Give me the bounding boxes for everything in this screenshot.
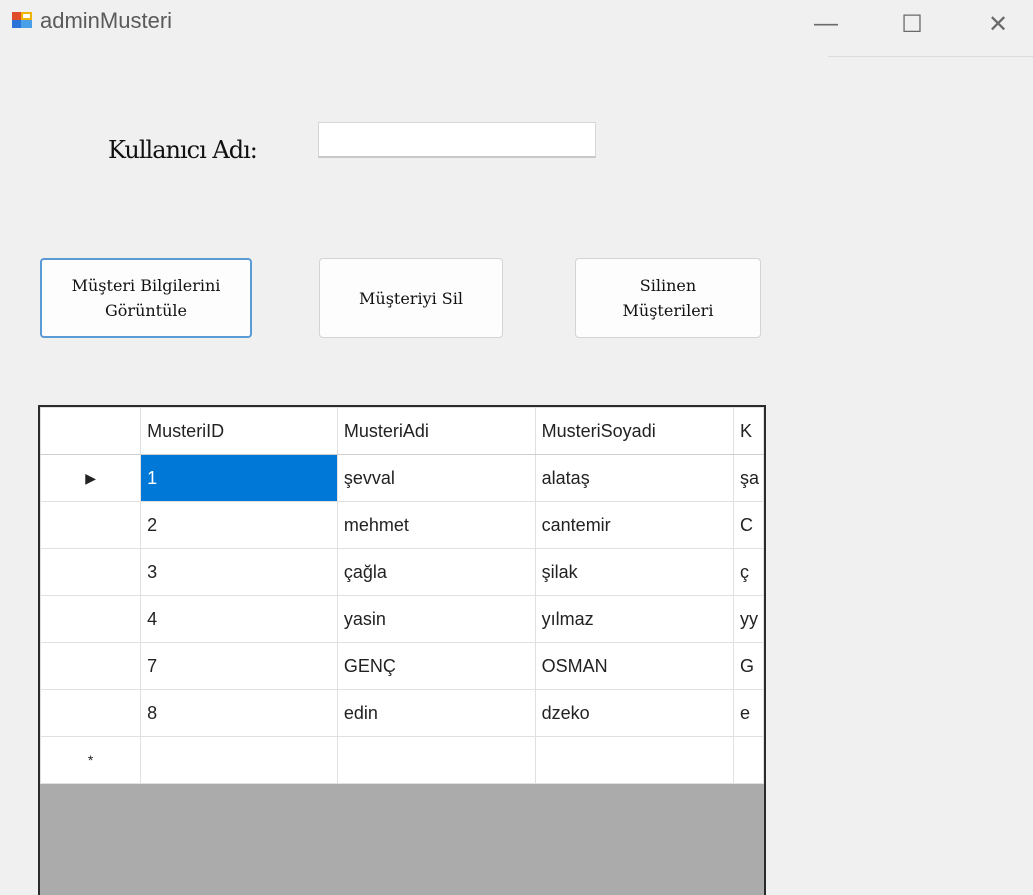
new-row[interactable]: *: [40, 736, 764, 784]
cell-musterisoyadi[interactable]: yılmaz: [534, 595, 735, 643]
cell-musteriid[interactable]: 7: [140, 642, 338, 690]
cell-musteriadi[interactable]: mehmet: [336, 501, 536, 549]
cell-musterisoyadi[interactable]: şilak: [534, 548, 735, 596]
cell-musteriid[interactable]: 4: [140, 595, 338, 643]
cell-k[interactable]: yy: [733, 595, 764, 643]
new-cell-musteriid[interactable]: [140, 736, 338, 784]
row-header[interactable]: [40, 689, 142, 737]
app-window-icon: [12, 12, 32, 28]
cell-musterisoyadi[interactable]: alataş: [534, 454, 735, 502]
cell-musteriadi[interactable]: edin: [336, 689, 536, 737]
table-row[interactable]: 3 çağla şilak ç: [40, 548, 764, 596]
close-button[interactable]: ✕: [964, 0, 1032, 48]
row-header[interactable]: [40, 595, 142, 643]
table-row[interactable]: 2 mehmet cantemir C: [40, 501, 764, 549]
table-row[interactable]: 8 edin dzeko e: [40, 689, 764, 737]
cell-musterisoyadi[interactable]: dzeko: [534, 689, 735, 737]
cell-musteriadi[interactable]: yasin: [336, 595, 536, 643]
cell-musteriadi[interactable]: şevval: [336, 454, 536, 502]
maximize-button[interactable]: ☐: [878, 0, 946, 48]
customer-grid[interactable]: MusteriID MusteriAdi MusteriSoyadi K ▶ 1…: [38, 405, 766, 895]
customer-table: MusteriID MusteriAdi MusteriSoyadi K ▶ 1…: [40, 407, 764, 784]
delete-customer-button[interactable]: Müşteriyi Sil: [319, 258, 503, 338]
cell-k[interactable]: e: [733, 689, 764, 737]
table-row[interactable]: 7 GENÇ OSMAN G: [40, 642, 764, 690]
column-header-musterisoyadi[interactable]: MusteriSoyadi: [534, 407, 735, 455]
row-header[interactable]: [40, 548, 142, 596]
corner-header: [40, 407, 142, 455]
cell-musterisoyadi[interactable]: OSMAN: [534, 642, 735, 690]
column-header-k[interactable]: K: [733, 407, 764, 455]
cell-musteriid[interactable]: 3: [140, 548, 338, 596]
current-row-marker-icon[interactable]: ▶: [40, 454, 142, 502]
cell-musterisoyadi[interactable]: cantemir: [534, 501, 735, 549]
cell-k[interactable]: ç: [733, 548, 764, 596]
deleted-customers-button[interactable]: Silinen Müşterileri: [575, 258, 761, 338]
new-cell-k[interactable]: [733, 736, 764, 784]
cell-k[interactable]: C: [733, 501, 764, 549]
cell-musteriadi[interactable]: çağla: [336, 548, 536, 596]
table-row[interactable]: ▶ 1 şevval alataş şa: [40, 454, 764, 502]
cell-k[interactable]: şa: [733, 454, 764, 502]
header-row: MusteriID MusteriAdi MusteriSoyadi K: [40, 407, 764, 455]
title-bar: adminMusteri — ☐ ✕: [0, 0, 1033, 48]
title-separator: [828, 56, 1033, 57]
cell-musteriadi[interactable]: GENÇ: [336, 642, 536, 690]
row-header[interactable]: [40, 642, 142, 690]
new-cell-musterisoyadi[interactable]: [534, 736, 735, 784]
cell-musteriid[interactable]: 2: [140, 501, 338, 549]
cell-musteriid[interactable]: 8: [140, 689, 338, 737]
column-header-musteriid[interactable]: MusteriID: [140, 407, 338, 455]
cell-k[interactable]: G: [733, 642, 764, 690]
view-customers-button[interactable]: Müşteri Bilgilerini Görüntüle: [40, 258, 252, 338]
new-row-marker-icon[interactable]: *: [40, 736, 142, 784]
username-input[interactable]: [318, 122, 596, 158]
window-title: adminMusteri: [40, 8, 173, 33]
row-header[interactable]: [40, 501, 142, 549]
username-label: Kullanıcı Adı:: [108, 136, 258, 164]
table-row[interactable]: 4 yasin yılmaz yy: [40, 595, 764, 643]
minimize-button[interactable]: —: [792, 0, 860, 48]
new-cell-musteriadi[interactable]: [336, 736, 536, 784]
cell-musteriid[interactable]: 1: [140, 454, 338, 502]
column-header-musteriadi[interactable]: MusteriAdi: [336, 407, 536, 455]
